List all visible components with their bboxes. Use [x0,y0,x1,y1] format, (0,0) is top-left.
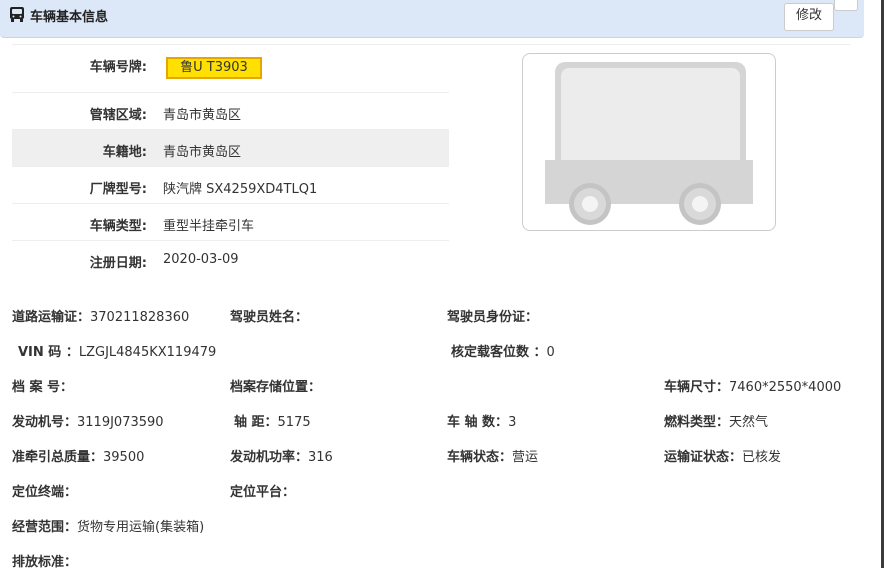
license-plate-badge: 鲁U T3903 [166,57,262,79]
file-no-label: 档 案 号： [12,380,74,395]
gps-platform-field: 定位平台： [230,481,295,500]
engine-no-value: 3119J073590 [77,415,164,430]
axles-field: 车 轴 数：3 [447,411,516,430]
fuel-type-value: 天然气 [729,415,769,430]
model-label: 厂牌型号: [89,182,147,197]
engine-power-label: 发动机功率： [230,450,309,465]
gps-terminal-field: 定位终端： [12,481,77,500]
domicile-label: 车籍地: [102,145,147,160]
section-header: 车辆基本信息 修改 [0,0,864,38]
tow-mass-value: 39500 [103,450,145,465]
info-row-type: 车辆类型: 重型半挂牵引车 [12,204,449,241]
region-label: 管辖区域: [89,108,147,123]
tow-mass-label: 准牵引总质量： [12,450,104,465]
info-row-plate: 车辆号牌: 鲁U T3903 [12,45,449,93]
axles-value: 3 [508,415,517,430]
wheelbase-value: 5175 [277,415,311,430]
engine-power-field: 发动机功率：316 [230,446,333,465]
vehicle-size-field: 车辆尺寸：7460*2550*4000 [664,376,841,395]
vin-value: LZGJL4845KX119479 [78,345,217,360]
regdate-label: 注册日期: [89,256,147,271]
driver-name-label: 驾驶员姓名： [230,310,309,325]
seats-value: 0 [546,345,555,360]
driver-id-label: 驾驶员身份证： [447,310,539,325]
gps-terminal-label: 定位终端： [12,485,78,500]
vehicle-status-label: 车辆状态： [447,450,513,465]
business-scope-field: 经营范围：货物专用运输(集装箱) [12,516,204,535]
permit-status-value: 已核发 [742,450,782,465]
vehicle-status-field: 车辆状态：营运 [447,446,538,465]
vehicle-status-value: 营运 [512,450,539,465]
domicile-value: 青岛市黄岛区 [163,145,242,160]
region-value: 青岛市黄岛区 [163,108,242,123]
driver-id-field: 驾驶员身份证： [447,306,538,325]
seats-label: 核定载客位数 ： [451,345,547,360]
permit-status-label: 运输证状态： [664,450,743,465]
model-value: 陕汽牌 SX4259XD4TLQ1 [163,182,318,197]
driver-name-field: 驾驶员姓名： [230,306,308,325]
tow-mass-field: 准牵引总质量：39500 [12,446,144,465]
collapse-button[interactable] [834,0,858,11]
engine-no-field: 发动机号：3119J073590 [12,411,164,430]
wheelbase-field: 轴 距：5175 [234,411,311,430]
type-label: 车辆类型: [89,219,147,234]
type-value: 重型半挂牵引车 [163,219,255,234]
permit-status-field: 运输证状态：已核发 [664,446,781,465]
info-row-domicile: 车籍地: 青岛市黄岛区 [12,130,449,167]
axles-label: 车 轴 数： [447,415,509,430]
vin-field: VIN 码 ：LZGJL4845KX119479 [18,341,216,360]
truck-placeholder-image [545,62,753,225]
engine-power-value: 316 [308,450,333,465]
road-permit-field: 道路运输证：370211828360 [12,306,189,325]
info-row-region: 管辖区域: 青岛市黄岛区 [12,93,449,130]
wheelbase-label: 轴 距： [234,415,278,430]
engine-no-label: 发动机号： [12,415,78,430]
vehicle-image-card [522,53,776,231]
road-permit-value: 370211828360 [90,310,190,325]
edit-button[interactable]: 修改 [784,3,834,31]
emission-standard-field: 排放标准： [12,551,77,570]
basic-info-table: 车辆号牌: 鲁U T3903 管辖区域: 青岛市黄岛区 车籍地: 青岛市黄岛区 … [12,45,449,277]
gps-platform-label: 定位平台： [230,485,296,500]
vehicle-icon [10,7,24,22]
regdate-value: 2020-03-09 [163,252,239,267]
fuel-type-field: 燃料类型：天然气 [664,411,768,430]
fuel-type-label: 燃料类型： [664,415,730,430]
file-location-label: 档案存储位置： [230,380,322,395]
info-row-model: 厂牌型号: 陕汽牌 SX4259XD4TLQ1 [12,167,449,204]
business-scope-value: 货物专用运输(集装箱) [77,520,205,535]
vin-label: VIN 码 ： [18,345,79,360]
file-location-field: 档案存储位置： [230,376,321,395]
section-title: 车辆基本信息 [30,10,109,25]
vehicle-size-value: 7460*2550*4000 [729,380,842,395]
road-permit-label: 道路运输证： [12,310,91,325]
business-scope-label: 经营范围： [12,520,78,535]
vehicle-size-label: 车辆尺寸： [664,380,730,395]
plate-label: 车辆号牌: [89,60,147,75]
info-row-regdate: 注册日期: 2020-03-09 [12,241,449,277]
seats-field: 核定载客位数 ：0 [451,341,555,360]
file-no-field: 档 案 号： [12,376,73,395]
